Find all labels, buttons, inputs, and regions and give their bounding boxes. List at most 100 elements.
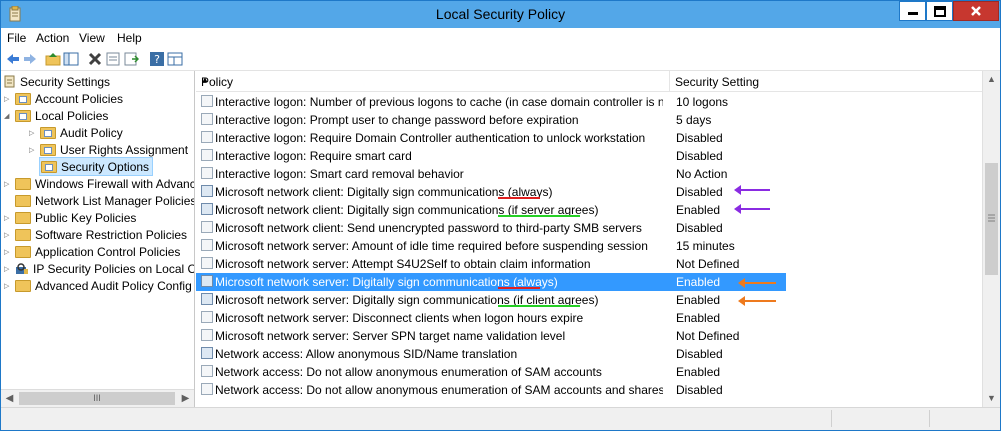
maximize-button[interactable] xyxy=(926,1,953,21)
scrollbar-thumb[interactable] xyxy=(985,163,998,275)
delete-icon[interactable] xyxy=(87,51,103,67)
expand-arrow-icon[interactable]: ▷ xyxy=(4,180,12,188)
tree-item-application-control[interactable]: ▷ Application Control Policies xyxy=(4,243,180,260)
policy-row[interactable]: Interactive logon: Number of previous lo… xyxy=(196,93,786,111)
policy-row[interactable]: Microsoft network server: Disconnect cli… xyxy=(196,309,786,327)
policy-row[interactable]: Network access: Allow anonymous SID/Name… xyxy=(196,345,786,363)
status-bar xyxy=(1,407,1000,430)
tree-item-security-settings[interactable]: Security Settings xyxy=(4,73,110,90)
scroll-down-icon[interactable]: ▼ xyxy=(983,390,1000,407)
policy-row[interactable]: Microsoft network client: Digitally sign… xyxy=(196,183,786,201)
policy-row[interactable]: Network access: Do not allow anonymous e… xyxy=(196,381,786,399)
policy-name: Network access: Do not allow anonymous e… xyxy=(215,365,602,379)
expand-arrow-icon[interactable]: ▷ xyxy=(4,231,12,239)
policy-setting: Disabled xyxy=(676,383,723,397)
tree-label: Public Key Policies xyxy=(35,210,137,225)
folder-icon xyxy=(15,177,31,190)
expand-arrow-icon[interactable]: ▷ xyxy=(4,214,12,222)
policy-item-icon xyxy=(201,113,213,125)
tree-item-ip-security[interactable]: ▷ IP Security Policies on Local Cc xyxy=(4,260,194,277)
tree-item-software-restriction[interactable]: ▷ Software Restriction Policies xyxy=(4,226,187,243)
policy-name: Interactive logon: Number of previous lo… xyxy=(215,95,663,109)
scroll-left-icon[interactable]: ◀ xyxy=(1,390,18,407)
tree-label: Software Restriction Policies xyxy=(35,227,188,242)
policy-row[interactable]: Interactive logon: Prompt user to change… xyxy=(196,111,786,129)
policy-folder-icon xyxy=(15,109,31,122)
menu-file[interactable]: File xyxy=(7,31,26,45)
policy-setting: Disabled xyxy=(676,185,723,199)
folder-icon xyxy=(15,228,31,241)
policy-row[interactable]: Microsoft network client: Send unencrypt… xyxy=(196,219,786,237)
policy-row[interactable]: Interactive logon: Require Domain Contro… xyxy=(196,129,786,147)
menu-help[interactable]: Help xyxy=(117,31,142,45)
status-separator xyxy=(929,410,930,427)
show-hide-tree-icon[interactable] xyxy=(63,51,79,67)
tree-label: Audit Policy xyxy=(60,125,123,140)
tree-item-advanced-audit[interactable]: ▷ Advanced Audit Policy Config xyxy=(4,277,192,294)
minimize-icon xyxy=(907,12,918,15)
red-underline-annotation xyxy=(498,197,540,199)
scroll-grip-icon xyxy=(988,214,995,222)
policy-row[interactable]: Microsoft network server: Server SPN tar… xyxy=(196,327,786,345)
policy-row[interactable]: Microsoft network server: Amount of idle… xyxy=(196,237,786,255)
policy-setting: Enabled xyxy=(676,203,721,217)
policy-row[interactable]: Interactive logon: Require smart card Dis… xyxy=(196,147,786,165)
policy-row[interactable]: Interactive logon: Smart card removal be… xyxy=(196,165,786,183)
policy-row-selected[interactable]: Microsoft network server: Digitally sign… xyxy=(196,273,786,291)
back-arrow-icon[interactable] xyxy=(5,51,21,67)
group-policy-icon xyxy=(201,185,213,197)
collapse-arrow-icon[interactable]: ◢ xyxy=(4,112,12,120)
tree-item-windows-firewall[interactable]: ▷ Windows Firewall with Advanc xyxy=(4,175,194,192)
menu-view[interactable]: View xyxy=(79,31,105,45)
policy-name: Interactive logon: Prompt user to change… xyxy=(215,113,579,127)
group-policy-icon xyxy=(201,293,213,305)
policy-setting: Enabled xyxy=(676,311,721,325)
column-header-security-setting[interactable]: Security Setting xyxy=(670,71,982,92)
tree-item-public-key-policies[interactable]: ▷ Public Key Policies xyxy=(4,209,136,226)
tree-label: Network List Manager Policies xyxy=(35,193,195,208)
forward-arrow-icon[interactable] xyxy=(22,51,38,67)
expand-arrow-icon[interactable]: ▷ xyxy=(29,146,37,154)
help-icon[interactable]: ? xyxy=(149,51,165,67)
tree-item-security-options[interactable]: Security Options xyxy=(39,157,154,176)
tree-horizontal-scrollbar[interactable]: ◀ III ▶ xyxy=(1,389,194,407)
expand-arrow-icon[interactable]: ▷ xyxy=(29,129,37,137)
folder-icon xyxy=(15,194,31,207)
expand-arrow-icon[interactable]: ▷ xyxy=(4,282,12,290)
policy-row[interactable]: Microsoft network server: Attempt S4U2Se… xyxy=(196,255,786,273)
tree-item-audit-policy[interactable]: ▷ Audit Policy xyxy=(29,124,123,141)
expand-arrow-icon[interactable]: ▷ xyxy=(4,248,12,256)
svg-text:?: ? xyxy=(154,53,160,66)
policy-setting: Disabled xyxy=(676,221,723,235)
scroll-up-icon[interactable]: ▲ xyxy=(983,71,1000,88)
scroll-right-icon[interactable]: ▶ xyxy=(177,390,194,407)
group-policy-icon xyxy=(201,203,213,215)
tree-item-network-list-manager[interactable]: Network List Manager Policies xyxy=(15,192,195,209)
policy-item-icon xyxy=(201,365,213,377)
tree-label: Account Policies xyxy=(35,91,124,106)
policy-item-icon xyxy=(201,167,213,179)
expand-arrow-icon[interactable]: ▷ xyxy=(4,265,12,273)
up-folder-icon[interactable] xyxy=(45,51,61,67)
column-header-policy[interactable]: Policy ▲ xyxy=(196,71,670,92)
export-list-icon[interactable] xyxy=(123,51,139,67)
tree-item-local-policies[interactable]: ◢ Local Policies xyxy=(4,107,108,124)
policy-row[interactable]: Microsoft network server: Digitally sign… xyxy=(196,291,786,309)
policy-setting: 15 minutes xyxy=(676,239,735,253)
properties-icon[interactable] xyxy=(105,51,121,67)
close-button[interactable] xyxy=(953,1,999,21)
policy-folder-icon xyxy=(40,126,56,139)
minimize-button[interactable] xyxy=(899,1,926,21)
list-vertical-scrollbar[interactable]: ▲ ▼ xyxy=(982,71,1000,407)
security-settings-icon xyxy=(4,75,15,88)
tree-item-user-rights-assignment[interactable]: ▷ User Rights Assignment xyxy=(29,141,188,158)
scrollbar-thumb[interactable]: III xyxy=(19,392,175,405)
policy-row[interactable]: Microsoft network client: Digitally sign… xyxy=(196,201,786,219)
menu-action[interactable]: Action xyxy=(36,31,69,45)
title-bar[interactable]: Local Security Policy xyxy=(1,1,1000,28)
tree-item-account-policies[interactable]: ▷ Account Policies xyxy=(4,90,123,107)
policy-list: Policy ▲ Security Setting Interactive lo… xyxy=(196,71,982,407)
view-icon[interactable] xyxy=(167,51,183,67)
expand-arrow-icon[interactable]: ▷ xyxy=(4,95,12,103)
policy-row[interactable]: Network access: Do not allow anonymous e… xyxy=(196,363,786,381)
